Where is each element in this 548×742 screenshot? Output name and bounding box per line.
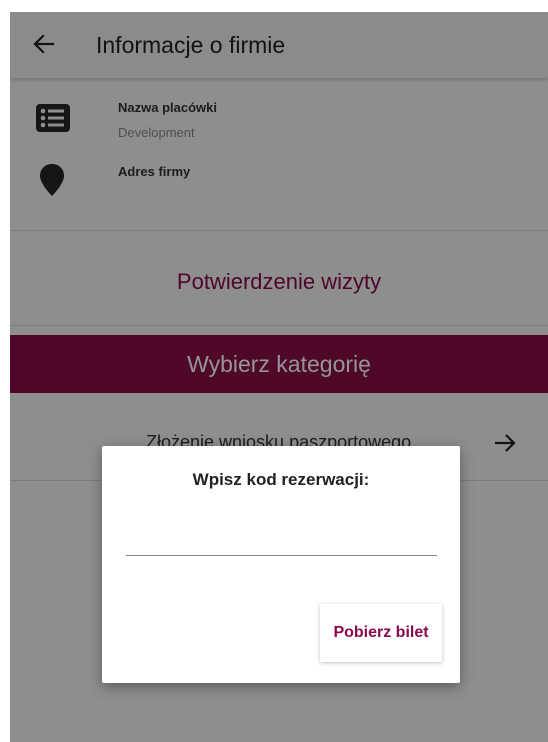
fetch-ticket-button[interactable]: Pobierz bilet <box>320 604 442 662</box>
dialog-title: Wpisz kod rezerwacji: <box>192 470 370 489</box>
reservation-code-input[interactable] <box>126 522 437 556</box>
reservation-code-dialog: Wpisz kod rezerwacji: Pobierz bilet <box>102 446 460 683</box>
